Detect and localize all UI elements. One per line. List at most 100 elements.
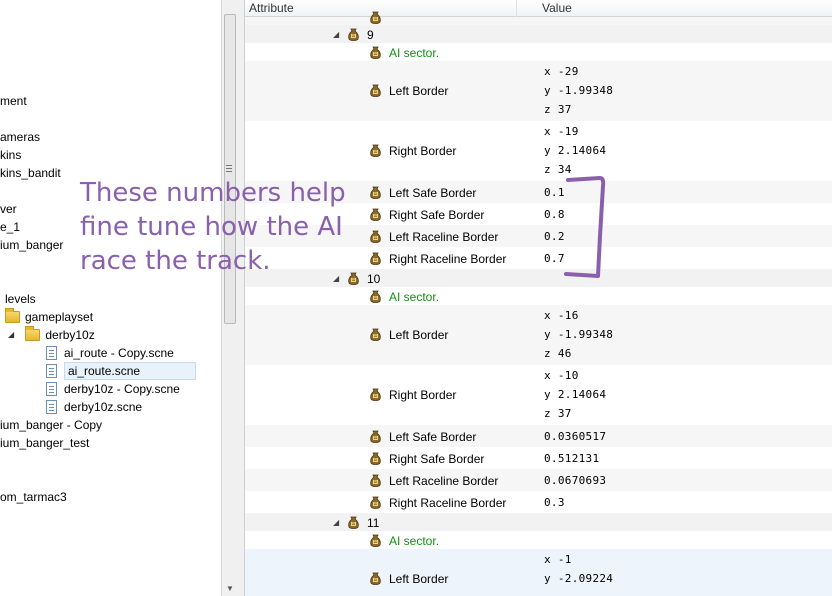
vector-x-value: x -29 [544, 65, 579, 78]
grip-icon [226, 165, 232, 172]
right-raceline-value: 0.3 [544, 496, 565, 509]
attribute-row[interactable]: AI sector. [245, 531, 832, 549]
left-safe-value: 0.0360517 [544, 430, 607, 443]
attribute-row[interactable]: Left Border x -29 y -1.99348 z 37 [245, 61, 832, 121]
tree-item[interactable]: kins_bandit [0, 164, 61, 182]
vector-y-value: y -1.99348 [544, 328, 614, 341]
attribute-bag-icon [369, 230, 382, 243]
attribute-bag-icon [369, 474, 382, 487]
collapse-triangle-icon[interactable]: ◢ [8, 326, 18, 344]
attribute-row[interactable]: Left Border x -1 y -2.09224 [245, 549, 832, 596]
vector-z-value: z 34 [544, 163, 572, 176]
vector-z-value: z 37 [544, 407, 572, 420]
vector-z-value: z 37 [544, 103, 572, 116]
left-raceline-value: 0.0670693 [544, 474, 607, 487]
tree-item[interactable]: ver [0, 200, 17, 218]
attribute-row[interactable]: Right Safe Border 0.512131 [245, 447, 832, 469]
attribute-bag-icon [369, 452, 382, 465]
tree-scrollbar[interactable]: ▼ [221, 0, 237, 596]
annotation-line: These numbers help [80, 178, 346, 208]
left-safe-label: Left Safe Border [389, 430, 477, 444]
tree-item[interactable]: ium_banger_test [0, 434, 89, 452]
sector-index: 11 [367, 516, 380, 530]
tree-item-file[interactable]: derby10z - Copy.scne [46, 380, 180, 398]
tree-item-derby10z[interactable]: ◢ derby10z [8, 326, 95, 344]
attribute-bag-icon [347, 28, 360, 41]
folder-icon [25, 326, 41, 341]
tree-item[interactable]: ameras [0, 128, 40, 146]
tree-item-levels[interactable]: levels [5, 290, 36, 308]
attribute-row[interactable]: AI sector. [245, 287, 832, 305]
annotation-text: These numbers help fine tune how the AI … [80, 176, 370, 278]
panel-splitter[interactable] [237, 0, 245, 596]
attribute-row[interactable] [245, 11, 832, 25]
tree-item-gameplayset[interactable]: gameplayset [5, 308, 93, 326]
scroll-down-arrow-icon[interactable]: ▼ [226, 584, 234, 593]
attribute-row[interactable]: Left Border x -16 y -1.99348 z 46 [245, 305, 832, 365]
attribute-bag-icon [369, 11, 382, 24]
attribute-row[interactable]: ◢ 11 [245, 513, 832, 531]
sector-type-label: AI sector. [389, 534, 440, 548]
tree-item[interactable]: ium_banger [0, 236, 63, 254]
tree-item[interactable]: kins [0, 146, 21, 164]
attribute-bag-icon [369, 534, 382, 547]
attribute-panel: Attribute Value ◢ 9 AI sector. Left Border x… [245, 0, 832, 596]
attribute-row[interactable]: Right Border x -19 y 2.14064 z 34 [245, 121, 832, 181]
attribute-bag-icon [369, 328, 382, 341]
left-raceline-label: Left Raceline Border [389, 230, 499, 244]
tree-item[interactable]: om_tarmac3 [0, 488, 67, 506]
right-border-label: Right Border [389, 144, 457, 158]
right-safe-value: 0.512131 [544, 452, 600, 465]
tree-item[interactable]: ment [0, 92, 27, 110]
attribute-bag-icon [369, 84, 382, 97]
vector-x-value: x -1 [544, 553, 572, 566]
file-icon [46, 364, 57, 378]
attribute-bag-icon [347, 516, 360, 529]
vector-x-value: x -19 [544, 125, 579, 138]
sector-index: 9 [367, 28, 374, 42]
file-icon [46, 346, 57, 360]
scene-tree: ment ameras kins kins_bandit ver e_1 ium… [0, 0, 221, 596]
value-column-header[interactable]: Value [538, 0, 572, 17]
attribute-bag-icon [369, 252, 382, 265]
attribute-row[interactable]: AI sector. [245, 43, 832, 61]
tree-item[interactable]: e_1 [0, 218, 20, 236]
attribute-bag-icon [369, 144, 382, 157]
right-raceline-label: Right Raceline Border [389, 252, 507, 266]
right-safe-label: Right Safe Border [389, 452, 485, 466]
left-raceline-label: Left Raceline Border [389, 474, 499, 488]
left-safe-label: Left Safe Border [389, 186, 477, 200]
sector-type-label: AI sector. [389, 290, 440, 304]
vector-y-value: y 2.14064 [544, 388, 607, 401]
vector-y-value: y -2.09224 [544, 572, 614, 585]
tree-item-file[interactable]: derby10z.scne [46, 398, 142, 416]
attribute-bag-icon [369, 290, 382, 303]
folder-icon [5, 308, 20, 323]
attribute-bag-icon [369, 388, 382, 401]
tree-item-file[interactable]: ai_route - Copy.scne [46, 344, 174, 362]
attribute-bag-icon [369, 46, 382, 59]
tree-item-file-selected[interactable]: ai_route.scne [40, 362, 196, 380]
annotation-bracket [564, 176, 606, 278]
left-border-label: Left Border [389, 328, 449, 342]
attribute-row[interactable]: Right Border x -10 y 2.14064 z 37 [245, 365, 832, 425]
collapse-triangle-icon[interactable]: ◢ [333, 30, 339, 39]
attribute-bag-icon [369, 186, 382, 199]
vector-y-value: y 2.14064 [544, 144, 607, 157]
annotation-line: fine tune how the AI [80, 212, 343, 242]
attribute-row[interactable]: Left Raceline Border 0.0670693 [245, 469, 832, 491]
attribute-bag-icon [369, 572, 382, 585]
right-border-label: Right Border [389, 388, 457, 402]
right-raceline-label: Right Raceline Border [389, 496, 507, 510]
left-border-label: Left Border [389, 572, 449, 586]
attribute-row[interactable]: Right Raceline Border 0.3 [245, 491, 832, 513]
attribute-row[interactable]: ◢ 9 [245, 25, 832, 43]
sector-type-label: AI sector. [389, 46, 440, 60]
vector-x-value: x -10 [544, 369, 579, 382]
collapse-triangle-icon[interactable]: ◢ [333, 518, 339, 527]
column-header: Attribute Value [245, 0, 832, 17]
right-safe-label: Right Safe Border [389, 208, 485, 222]
attribute-bag-icon [369, 208, 382, 221]
tree-item[interactable]: ium_banger - Copy [0, 416, 102, 434]
attribute-row[interactable]: Left Safe Border 0.0360517 [245, 425, 832, 447]
